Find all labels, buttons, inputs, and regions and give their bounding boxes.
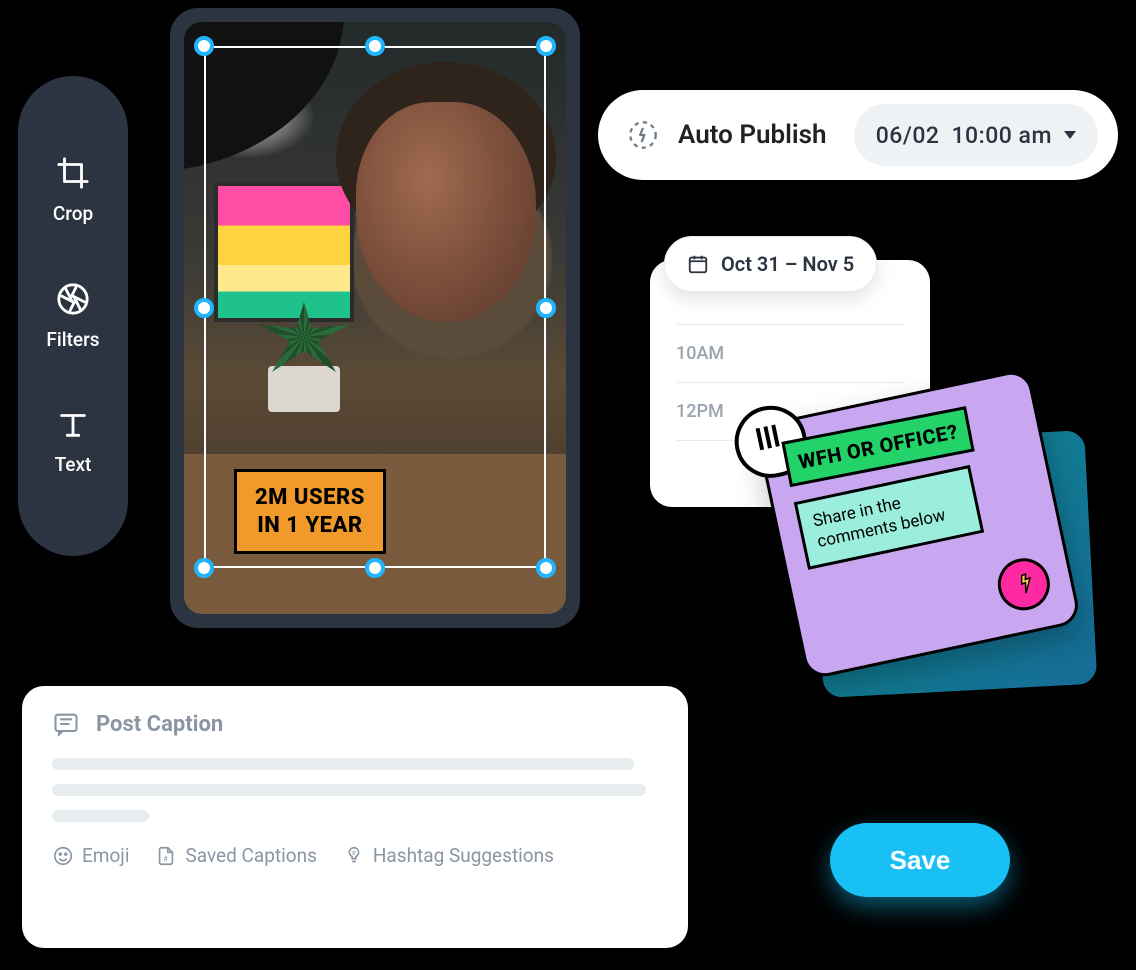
crop-handle-top-center[interactable]	[365, 36, 385, 56]
overlay-text-sticker[interactable]: 2M USERS IN 1 YEAR	[234, 469, 386, 554]
draggable-post-cards: WFH OR OFFICE? Share in the comments bel…	[770, 390, 1090, 700]
edited-photo[interactable]: 2M USERS IN 1 YEAR	[184, 22, 566, 614]
pin-badge	[991, 551, 1058, 618]
crop-handle-top-right[interactable]	[536, 36, 556, 56]
crop-tool[interactable]: Crop	[53, 156, 93, 225]
chevron-down-icon	[1064, 131, 1076, 139]
filters-tool[interactable]: Filters	[46, 282, 99, 351]
svg-text:#: #	[164, 854, 169, 863]
schedule-datetime-picker[interactable]: 06/02 10:00 am	[854, 104, 1098, 166]
text-label: Text	[55, 453, 92, 476]
text-tool[interactable]: Text	[55, 407, 92, 476]
auto-publish-bar: Auto Publish 06/02 10:00 am	[598, 90, 1118, 180]
image-editor-preview[interactable]: 2M USERS IN 1 YEAR	[170, 8, 580, 628]
placeholder-line	[52, 758, 634, 770]
saved-captions-button[interactable]: # Saved Captions	[155, 844, 316, 867]
post-caption-title: Post Caption	[96, 712, 223, 737]
hashtag-label: Hashtag Suggestions	[373, 844, 554, 867]
schedule-date: 06/02	[876, 122, 940, 149]
hashtag-suggestions-button[interactable]: # Hashtag Suggestions	[343, 844, 554, 867]
calendar-slot[interactable]: 10AM	[676, 324, 904, 382]
crop-icon	[56, 156, 90, 190]
post-caption-card: Post Caption Emoji # Saved Captions # Ha…	[22, 686, 688, 948]
crop-handle-bottom-right[interactable]	[536, 558, 556, 578]
hashtag-icon: #	[343, 845, 365, 867]
crop-handle-mid-left[interactable]	[194, 298, 214, 318]
date-range-chip[interactable]: Oct 31 – Nov 5	[664, 236, 877, 292]
crop-label: Crop	[53, 202, 93, 225]
placeholder-line	[52, 784, 646, 796]
crop-handle-top-left[interactable]	[194, 36, 214, 56]
saved-captions-label: Saved Captions	[185, 844, 316, 867]
auto-publish-icon	[626, 118, 660, 152]
saved-captions-icon: #	[155, 845, 177, 867]
placeholder-line	[52, 810, 149, 822]
caption-textarea[interactable]	[52, 758, 658, 822]
crop-handle-bottom-center[interactable]	[365, 558, 385, 578]
svg-text:#: #	[352, 849, 356, 857]
caption-icon	[52, 710, 80, 738]
filters-label: Filters	[46, 328, 99, 351]
emoji-label: Emoji	[82, 844, 129, 867]
crop-handle-mid-right[interactable]	[536, 298, 556, 318]
schedule-time: 10:00 am	[951, 122, 1052, 149]
overlay-text-line2: IN 1 YEAR	[255, 512, 365, 540]
text-icon	[56, 407, 90, 441]
auto-publish-label: Auto Publish	[678, 120, 827, 150]
aperture-icon	[56, 282, 90, 316]
emoji-button[interactable]: Emoji	[52, 844, 129, 867]
emoji-icon	[52, 845, 74, 867]
overlay-text-line1: 2M USERS	[255, 484, 365, 512]
crop-handle-bottom-left[interactable]	[194, 558, 214, 578]
calendar-icon	[687, 253, 709, 275]
caption-tools: Emoji # Saved Captions # Hashtag Suggest…	[52, 844, 658, 867]
editor-toolbar: Crop Filters Text	[18, 76, 128, 556]
date-range-text: Oct 31 – Nov 5	[721, 252, 854, 276]
save-button[interactable]: Save	[830, 823, 1010, 897]
